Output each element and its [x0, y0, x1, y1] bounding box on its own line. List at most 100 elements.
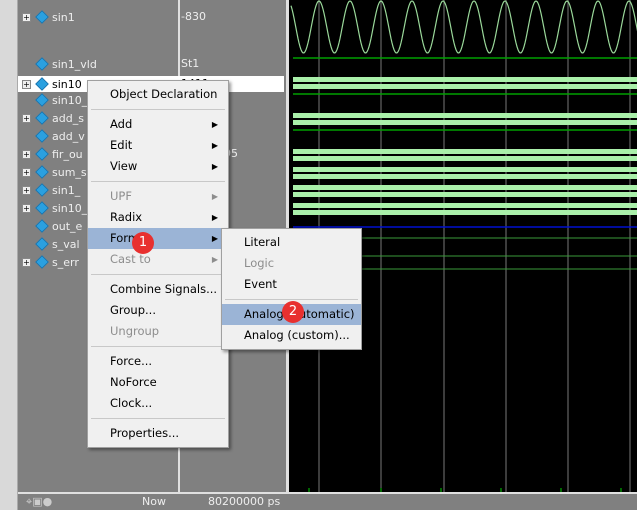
separator [91, 109, 225, 110]
signal-icon [35, 183, 49, 197]
menu-properties[interactable]: Properties... [88, 423, 228, 444]
signal-row[interactable]: + s_err [22, 254, 79, 270]
bus-bar [293, 149, 637, 154]
signal-icon [35, 255, 49, 269]
menu-analog-custom[interactable]: Analog (custom)... [222, 325, 361, 346]
menu-object-declaration[interactable]: Object Declaration [88, 84, 228, 105]
bus-bar [293, 167, 637, 172]
signal-row[interactable]: out_e [22, 218, 82, 234]
signal-name: s_err [52, 255, 79, 269]
signal-row[interactable]: + sin1_ [22, 182, 80, 198]
menu-upf: UPF ▶ [88, 186, 228, 207]
menu-clock[interactable]: Clock... [88, 393, 228, 414]
expand-icon[interactable]: + [22, 203, 31, 213]
bus-bar [293, 120, 637, 125]
bus-bar [293, 210, 637, 215]
submenu-arrow-icon: ▶ [211, 120, 218, 129]
separator [225, 299, 358, 300]
label: Edit [110, 138, 133, 152]
menu-noforce[interactable]: NoForce [88, 372, 228, 393]
bus-bar [293, 84, 637, 89]
format-submenu: Literal Logic Event Analog (automatic) A… [221, 228, 362, 350]
submenu-arrow-icon: ▶ [211, 141, 218, 150]
signal-name: sin1 [52, 10, 75, 24]
signal-row[interactable]: s_val [22, 236, 80, 252]
expand-icon[interactable]: + [22, 12, 31, 22]
menu-ungroup: Ungroup [110, 324, 160, 338]
label: Cast to [110, 252, 151, 266]
menu-logic: Logic [244, 256, 275, 270]
signal-row[interactable]: add_v [22, 128, 85, 144]
signal-icon [35, 57, 49, 71]
signal-name: sin1_vld [52, 57, 97, 71]
submenu-arrow-icon: ▶ [211, 234, 218, 243]
signal-icon [35, 219, 49, 233]
separator [91, 274, 225, 275]
signal-icon [35, 201, 49, 215]
signal-row[interactable]: sin1_vld [22, 56, 97, 72]
signal-name: sin10_ [52, 93, 88, 107]
signal-icon [35, 93, 49, 107]
bus-bar [293, 203, 637, 208]
signal-name: fir_ou [52, 147, 83, 161]
signal-value: St1 [181, 57, 200, 70]
separator [91, 346, 225, 347]
label: Radix [110, 210, 143, 224]
submenu-arrow-icon: ▶ [211, 162, 218, 171]
signal-row[interactable]: + sin10_ [22, 200, 87, 216]
now-value: 80200000 ps [208, 495, 281, 508]
signal-value: -830 [181, 10, 206, 23]
menu-force[interactable]: Force... [88, 351, 228, 372]
signal-row[interactable]: + sin1 [22, 9, 75, 25]
signal-name: sin10_ [52, 201, 88, 215]
step-badge-2: 2 [282, 301, 304, 323]
signal-row[interactable]: sin10_ [22, 92, 87, 108]
bus-bar [293, 113, 637, 118]
signal-name: sum_s [52, 165, 87, 179]
signal-row[interactable]: + add_s [22, 110, 84, 126]
expand-icon[interactable]: + [22, 79, 31, 89]
signal-row[interactable]: + fir_ou [22, 146, 83, 162]
submenu-arrow-icon: ▶ [211, 213, 218, 222]
menu-view[interactable]: View ▶ [88, 156, 228, 177]
menu-add[interactable]: Add ▶ [88, 114, 228, 135]
submenu-arrow-icon: ▶ [211, 192, 218, 201]
menu-cast-to: Cast to ▶ [88, 249, 228, 270]
step-badge-1: 1 [132, 232, 154, 254]
sine-wave [290, 0, 637, 54]
bus-bar [293, 77, 637, 82]
signal-name: sin1_ [52, 183, 81, 197]
signal-icon [35, 147, 49, 161]
signal-row[interactable]: + sin10 [22, 76, 82, 92]
signal-icon [35, 10, 49, 24]
menu-format[interactable]: Format ▶ [88, 228, 228, 249]
expand-icon[interactable]: + [22, 149, 31, 159]
menu-combine-signals[interactable]: Combine Signals... [88, 279, 228, 300]
cursor-icons: ⌖▣● [26, 495, 53, 508]
menu-literal[interactable]: Literal [222, 232, 361, 253]
menu-edit[interactable]: Edit ▶ [88, 135, 228, 156]
expand-icon[interactable]: + [22, 185, 31, 195]
bus-bar [293, 192, 637, 197]
menu-group[interactable]: Group... [88, 300, 228, 321]
bus-bar [293, 174, 637, 179]
signal-row[interactable]: + sum_s [22, 164, 87, 180]
signal-icon [35, 129, 49, 143]
menu-event[interactable]: Event [222, 274, 361, 295]
expand-icon[interactable]: + [22, 113, 31, 123]
signal-icon [35, 111, 49, 125]
separator [91, 181, 225, 182]
bus-bar [293, 156, 637, 161]
expand-icon[interactable]: + [22, 167, 31, 177]
signal-name: out_e [52, 219, 83, 233]
label: UPF [110, 189, 132, 203]
signal-icon [35, 77, 49, 91]
label: Add [110, 117, 133, 131]
context-menu: Object Declaration Add ▶ Edit ▶ View ▶ UPF ▶… [87, 80, 229, 448]
label: View [110, 159, 138, 173]
signal-name: sin10 [52, 77, 82, 91]
left-border [0, 0, 18, 510]
expand-icon[interactable]: + [22, 257, 31, 267]
signal-icon [35, 165, 49, 179]
menu-radix[interactable]: Radix ▶ [88, 207, 228, 228]
